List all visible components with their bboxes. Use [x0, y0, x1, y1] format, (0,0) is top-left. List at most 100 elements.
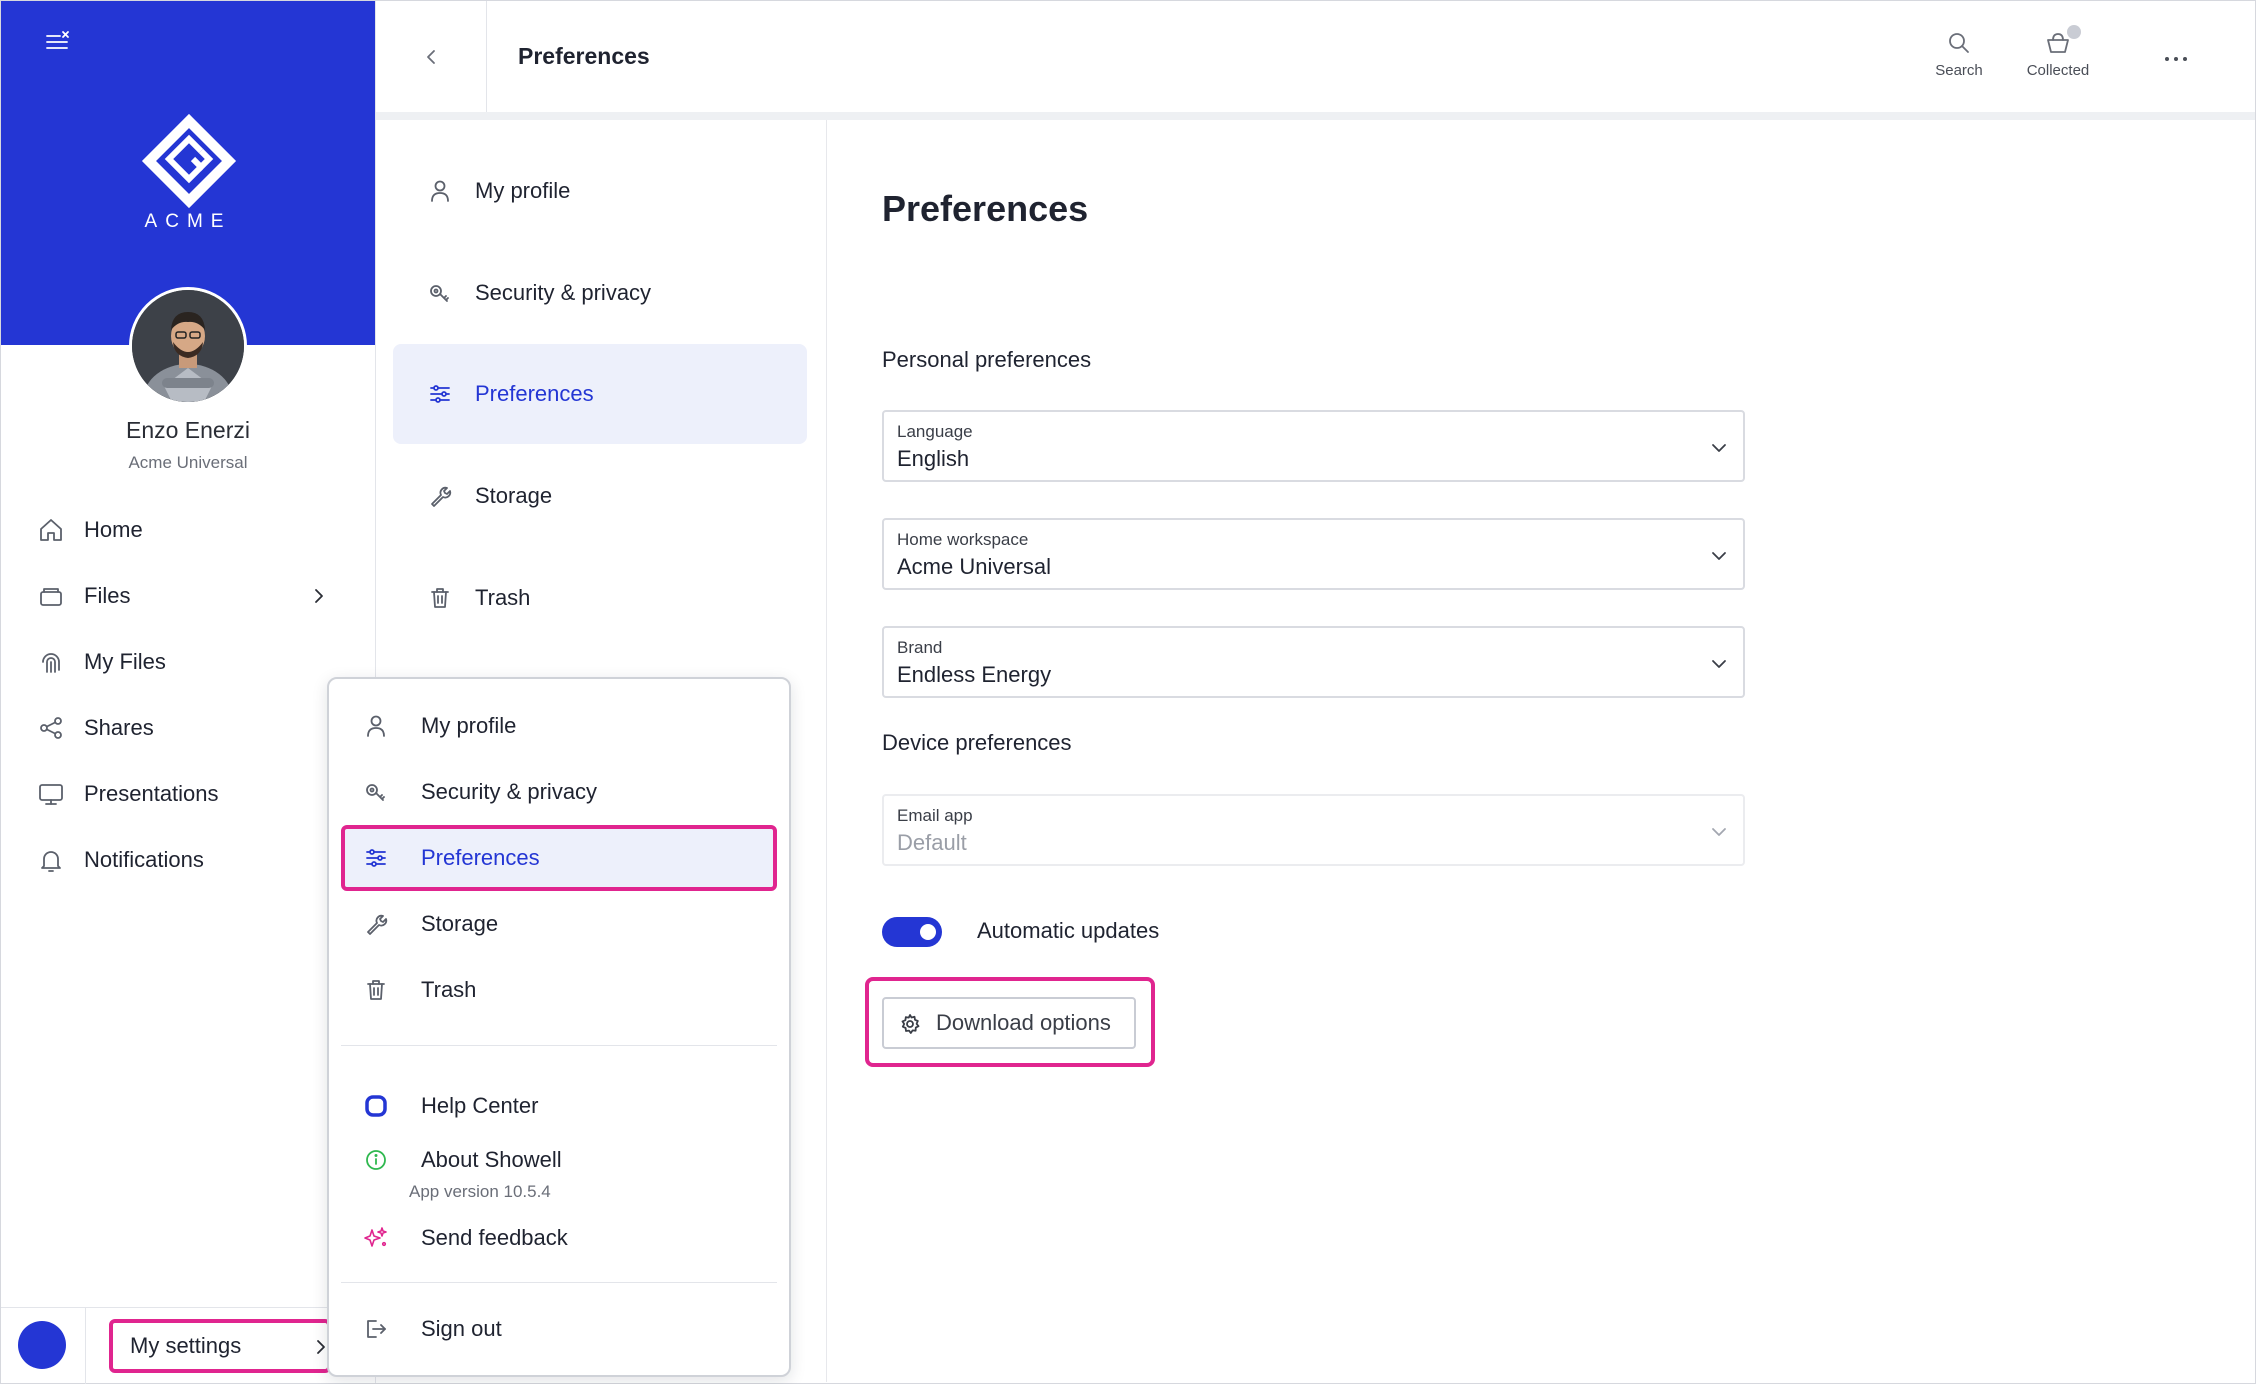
my-settings-button[interactable]: My settings	[109, 1319, 331, 1373]
sign-out-icon	[363, 1316, 389, 1342]
settings-item-label: Security & privacy	[475, 280, 652, 305]
collected-label: Collected	[2026, 62, 2090, 79]
settings-item-storage[interactable]: Storage	[393, 446, 807, 546]
popup-item-help-center[interactable]: Help Center	[341, 1076, 777, 1136]
bell-icon	[37, 846, 65, 874]
help-center-label: Help Center	[421, 1093, 539, 1118]
popup-item-trash[interactable]: Trash	[341, 960, 777, 1020]
settings-item-label: My profile	[475, 178, 571, 203]
divider	[341, 1282, 777, 1283]
about-label: About Showell	[421, 1147, 562, 1172]
settings-item-label: Storage	[475, 483, 553, 508]
home-icon	[37, 516, 65, 544]
send-feedback-label: Send feedback	[421, 1225, 568, 1250]
sparkle-icon	[363, 1225, 389, 1251]
menu-collapse-icon[interactable]	[43, 27, 75, 57]
more-horizontal-icon	[2156, 41, 2196, 71]
nav-item-files[interactable]: Files	[1, 563, 375, 629]
nav-item-shares[interactable]: Shares	[1, 695, 375, 761]
nav-item-my-files[interactable]: My Files	[1, 629, 375, 695]
acme-logo-icon	[141, 113, 237, 209]
chevron-down-icon	[1709, 822, 1729, 842]
language-select[interactable]: Language English	[882, 410, 1745, 482]
acme-wordmark: ACME	[144, 211, 232, 232]
folder-icon	[37, 582, 65, 610]
nav-item-label: Presentations	[84, 781, 219, 806]
main-navigation: Home Files My Files Shares Presentations…	[1, 497, 375, 893]
help-center-icon	[363, 1093, 389, 1119]
monitor-icon	[37, 780, 65, 808]
email-app-value: Default	[897, 830, 967, 855]
brand-value: Endless Energy	[897, 662, 1052, 687]
collected-badge	[2067, 25, 2081, 39]
my-settings-label: My settings	[130, 1333, 242, 1358]
sign-out-label: Sign out	[421, 1316, 502, 1341]
popup-item-sign-out[interactable]: Sign out	[341, 1299, 777, 1359]
preferences-panel: Preferences Personal preferences Languag…	[827, 120, 2255, 1382]
settings-item-label: Trash	[475, 585, 531, 610]
nav-item-presentations[interactable]: Presentations	[1, 761, 375, 827]
sliders-icon	[427, 381, 453, 407]
trash-icon	[363, 977, 389, 1003]
chevron-right-icon	[309, 586, 329, 606]
divider	[341, 1045, 777, 1046]
settings-item-security[interactable]: Security & privacy	[393, 243, 807, 343]
app-version: App version 10.5.4	[409, 1182, 551, 1201]
toggle-knob	[920, 924, 936, 940]
info-icon	[363, 1147, 389, 1173]
nav-item-label: Shares	[84, 715, 154, 740]
search-button[interactable]: Search	[1914, 29, 2004, 79]
download-options-label: Download options	[936, 1010, 1111, 1035]
gear-icon	[898, 1012, 922, 1036]
wrench-icon	[427, 483, 453, 509]
home-workspace-value: Acme Universal	[897, 554, 1052, 579]
popup-item-label: Security & privacy	[421, 779, 598, 804]
popup-item-my-profile[interactable]: My profile	[341, 696, 777, 756]
popup-item-storage[interactable]: Storage	[341, 894, 777, 954]
avatar[interactable]	[129, 287, 247, 405]
language-label: Language	[897, 422, 973, 441]
popup-item-label: Preferences	[421, 845, 540, 870]
security-icon	[363, 779, 389, 805]
popup-item-about[interactable]: About Showell	[341, 1130, 777, 1190]
sidebar-footer: My settings	[1, 1307, 375, 1384]
back-button[interactable]	[376, 1, 487, 112]
search-icon	[1945, 29, 1973, 57]
home-workspace-label: Home workspace	[897, 530, 1029, 549]
brand-select[interactable]: Brand Endless Energy	[882, 626, 1745, 698]
brand-label: Brand	[897, 638, 943, 657]
nav-item-label: Files	[84, 583, 131, 608]
more-options-button[interactable]	[2156, 41, 2196, 71]
person-icon	[427, 178, 453, 204]
language-value: English	[897, 446, 970, 471]
chevron-down-icon	[1709, 438, 1729, 458]
popup-item-security[interactable]: Security & privacy	[341, 762, 777, 822]
fingerprint-icon	[37, 648, 65, 676]
chevron-down-icon	[1709, 654, 1729, 674]
collected-button[interactable]: Collected	[2013, 25, 2103, 79]
security-icon	[427, 280, 453, 306]
download-options-button[interactable]: Download options	[882, 997, 1136, 1049]
chevron-left-icon	[421, 47, 441, 67]
nav-item-home[interactable]: Home	[1, 497, 375, 563]
email-app-label: Email app	[897, 806, 973, 825]
nav-item-notifications[interactable]: Notifications	[1, 827, 375, 893]
home-workspace-select[interactable]: Home workspace Acme Universal	[882, 518, 1745, 590]
popup-item-preferences[interactable]: Preferences	[341, 825, 777, 891]
content-title: Preferences	[882, 188, 1089, 229]
search-label: Search	[1935, 62, 1983, 79]
popup-item-send-feedback[interactable]: Send feedback	[341, 1208, 777, 1268]
popup-item-label: My profile	[421, 713, 517, 738]
email-app-select: Email app Default	[882, 794, 1745, 866]
settings-item-preferences[interactable]: Preferences	[393, 344, 807, 444]
avatar-small[interactable]	[18, 1321, 66, 1369]
wrench-icon	[363, 911, 389, 937]
settings-item-trash[interactable]: Trash	[393, 548, 807, 648]
nav-item-label: My Files	[84, 649, 166, 674]
settings-item-label: Preferences	[475, 381, 594, 406]
personal-preferences-heading: Personal preferences	[882, 347, 1092, 372]
person-icon	[363, 713, 389, 739]
automatic-updates-toggle[interactable]	[882, 917, 942, 947]
settings-item-my-profile[interactable]: My profile	[393, 141, 807, 241]
chevron-down-icon	[1709, 546, 1729, 566]
